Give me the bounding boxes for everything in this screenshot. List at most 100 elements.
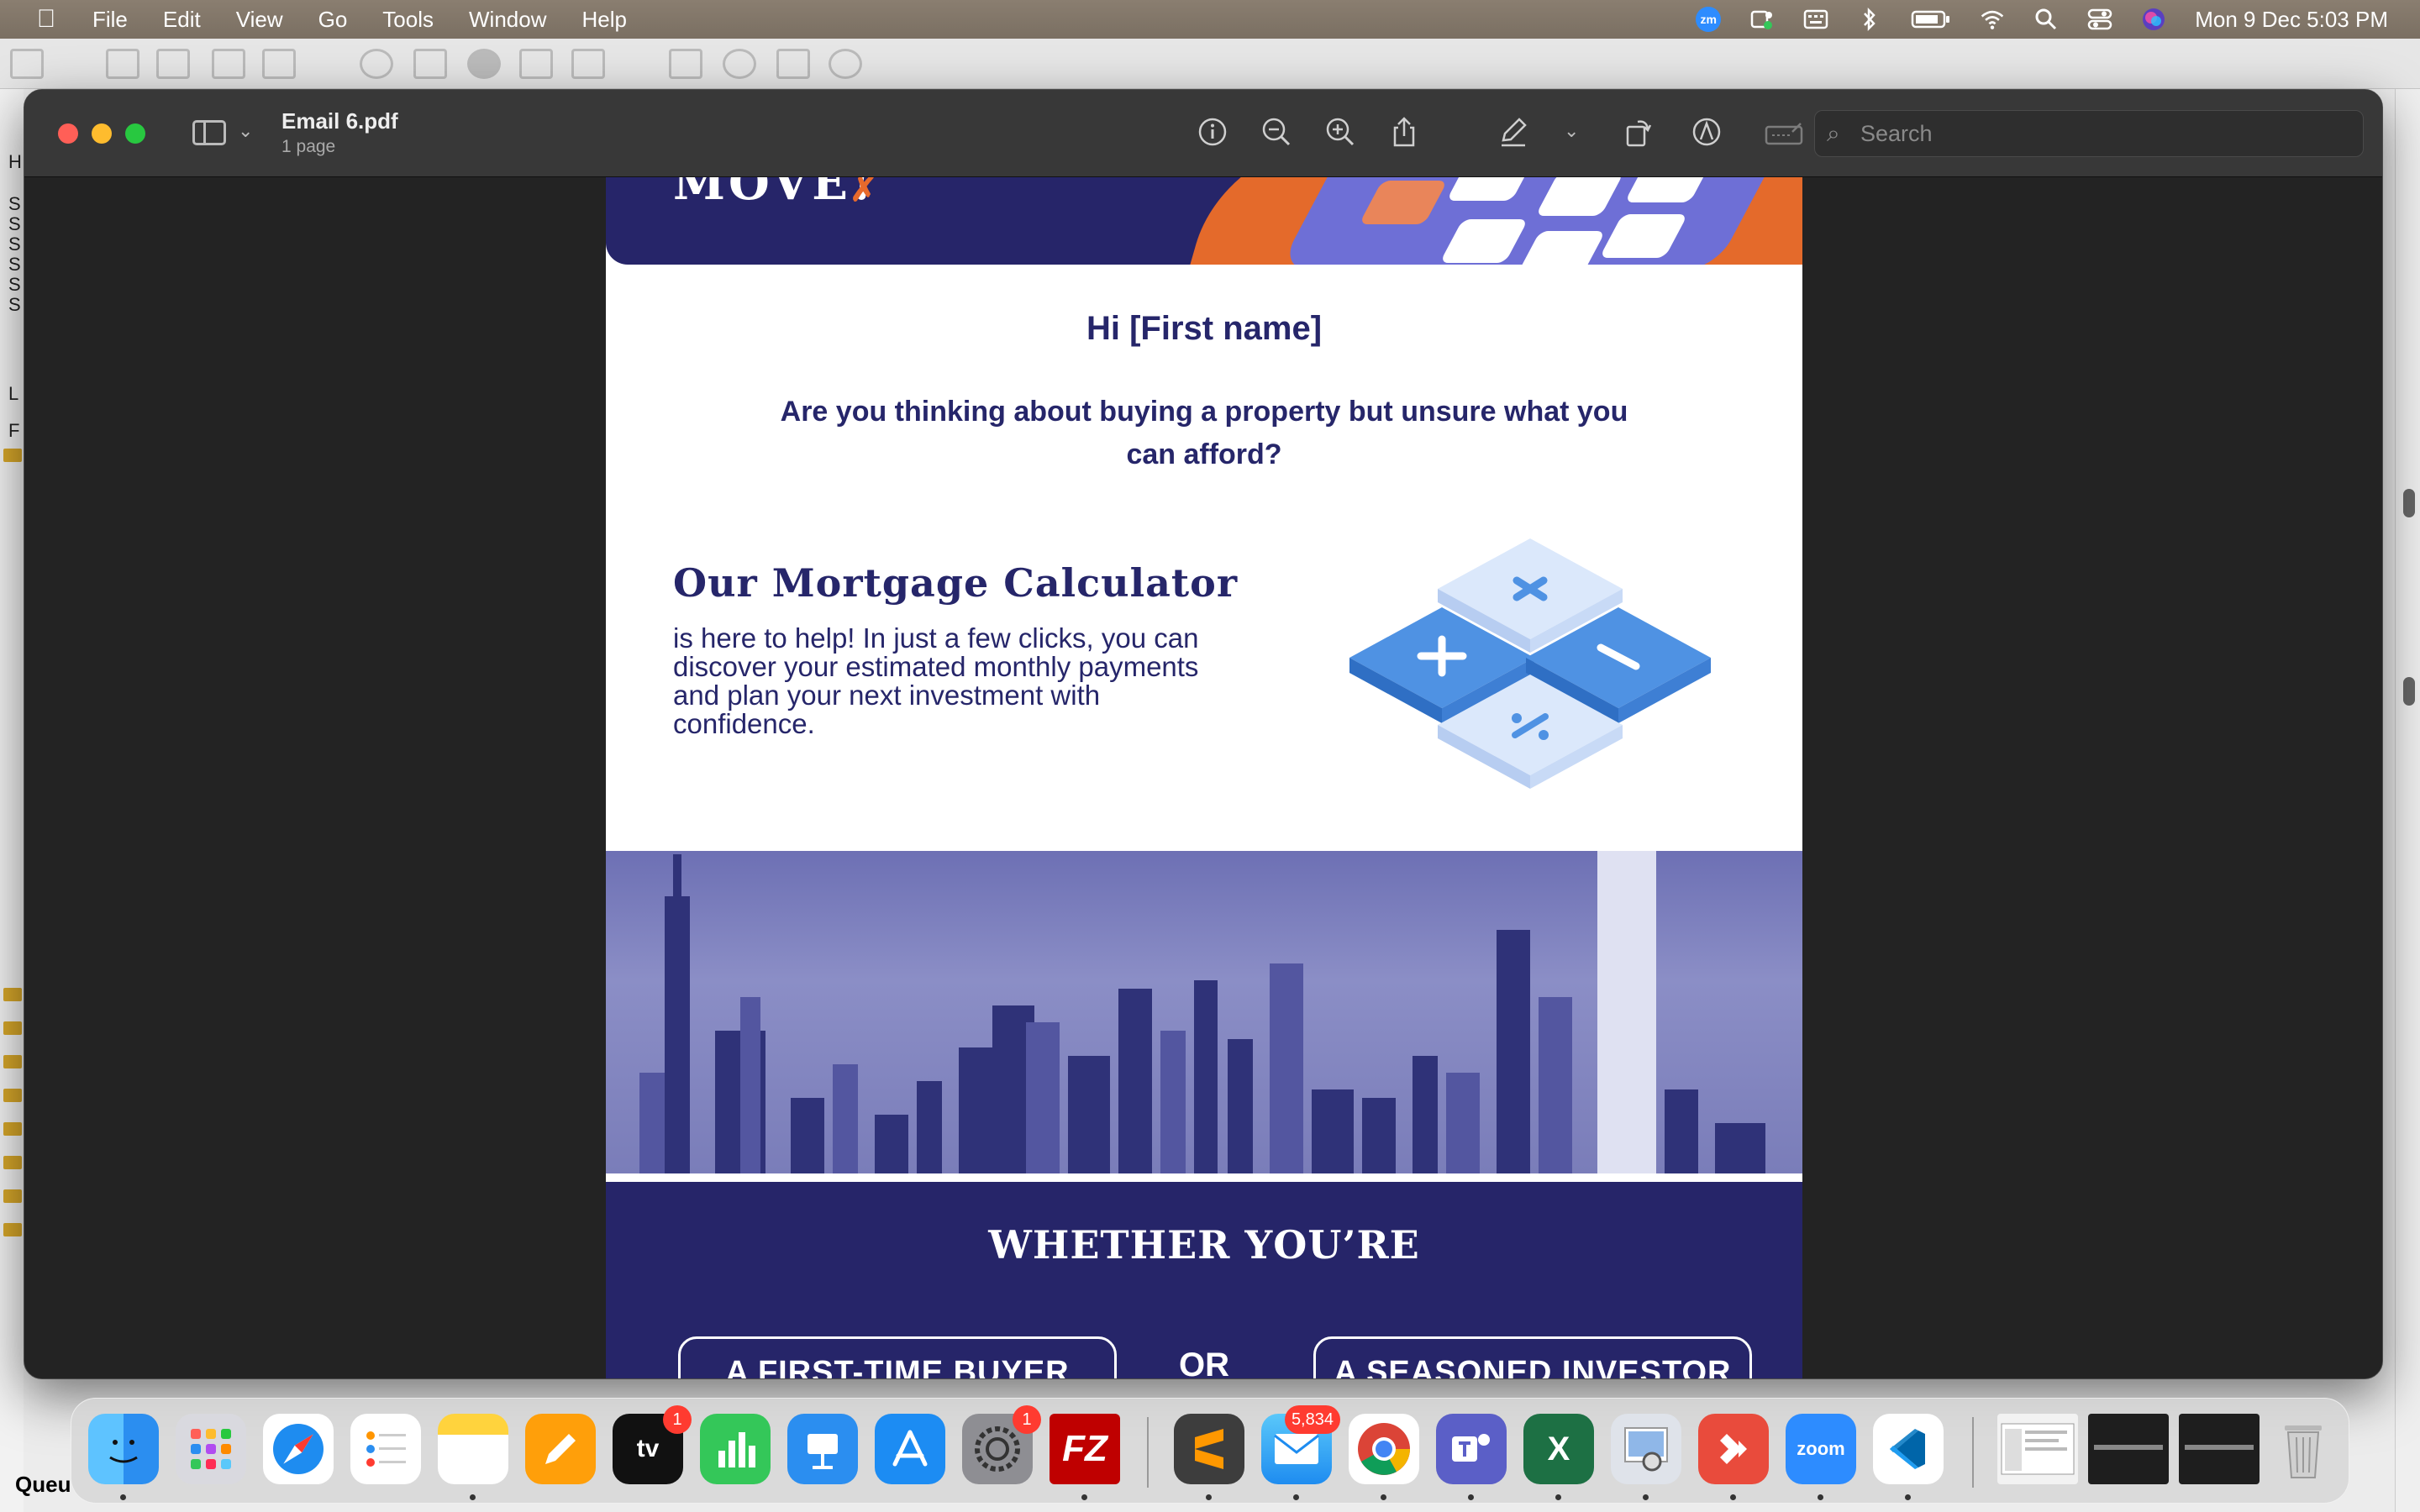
excel-icon[interactable]: X — [1523, 1414, 1594, 1484]
bg-letter: S — [8, 274, 21, 295]
bg-refresh-icon[interactable] — [360, 49, 393, 79]
folder-icon[interactable] — [3, 1021, 22, 1035]
minimized-window-thumbnail[interactable] — [2179, 1414, 2260, 1484]
keyboard-icon[interactable] — [1803, 7, 1828, 32]
seasoned-investor-button[interactable]: A SEASONED INVESTOR — [1313, 1336, 1752, 1378]
skyline-building — [1270, 963, 1303, 1173]
bg-scrollbar-thumb[interactable] — [2403, 677, 2415, 706]
menu-go[interactable]: Go — [318, 7, 348, 33]
safari-icon[interactable] — [263, 1414, 334, 1484]
bg-letter: S — [8, 234, 21, 255]
apple-tv-label: tv — [636, 1435, 660, 1462]
chevron-down-icon[interactable]: ⌄ — [1564, 120, 1579, 142]
zoom-in-icon[interactable] — [1322, 115, 1359, 152]
bg-tool-icon[interactable] — [156, 49, 190, 79]
markup-icon[interactable] — [1688, 115, 1725, 152]
folder-icon[interactable] — [3, 988, 22, 1001]
filezilla-icon[interactable]: FZ — [1050, 1414, 1120, 1484]
bluetooth-icon[interactable] — [1857, 7, 1882, 32]
trash-icon[interactable] — [2268, 1414, 2338, 1484]
menu-view[interactable]: View — [236, 7, 283, 33]
first-time-buyer-button[interactable]: A FIRST-TIME BUYER — [678, 1336, 1117, 1378]
bg-tool-icon[interactable] — [262, 49, 296, 79]
bg-letter: S — [8, 294, 21, 315]
bg-search-icon[interactable] — [723, 49, 756, 79]
finder-icon[interactable] — [88, 1414, 159, 1484]
dock-separator — [1972, 1417, 1974, 1488]
bg-scrollbar-thumb[interactable] — [2403, 489, 2415, 517]
anydesk-icon[interactable] — [1698, 1414, 1769, 1484]
preview-app-icon[interactable] — [1611, 1414, 1681, 1484]
menu-window[interactable]: Window — [469, 7, 546, 33]
spotlight-search-icon[interactable] — [2033, 7, 2059, 32]
bg-tool-icon[interactable] — [669, 49, 702, 79]
bg-tool-icon[interactable] — [413, 49, 447, 79]
skyline-building — [791, 1098, 824, 1173]
chrome-icon[interactable] — [1349, 1414, 1419, 1484]
app-store-icon[interactable] — [875, 1414, 945, 1484]
minimized-window-thumbnail[interactable] — [2088, 1414, 2169, 1484]
bg-tool-icon[interactable] — [106, 49, 139, 79]
bg-tool-icon[interactable] — [519, 49, 553, 79]
highlight-pen-icon[interactable] — [1495, 115, 1532, 152]
bg-binoculars-icon[interactable] — [829, 49, 862, 79]
keynote-icon[interactable] — [787, 1414, 858, 1484]
minimize-window-button[interactable] — [92, 123, 112, 144]
numbers-icon[interactable] — [700, 1414, 771, 1484]
reminders-icon[interactable] — [350, 1414, 421, 1484]
bg-tool-icon[interactable] — [571, 49, 605, 79]
chevron-down-icon[interactable]: ⌄ — [238, 120, 253, 142]
calculator-title[interactable]: Our Mortgage Calculator — [673, 560, 1238, 606]
sublime-text-icon[interactable] — [1174, 1414, 1244, 1484]
minimized-window-thumbnail[interactable] — [1997, 1414, 2078, 1484]
bg-tool-icon[interactable] — [776, 49, 810, 79]
menu-edit[interactable]: Edit — [163, 7, 201, 33]
menu-file[interactable]: File — [92, 7, 128, 33]
info-icon[interactable] — [1194, 115, 1231, 152]
control-center-icon[interactable] — [2087, 7, 2112, 32]
apple-tv-icon[interactable]: tv 1 — [613, 1405, 692, 1484]
folder-icon[interactable] — [3, 1156, 22, 1169]
pages-icon[interactable] — [525, 1414, 596, 1484]
vscode-icon[interactable] — [1873, 1414, 1944, 1484]
bg-tool-icon[interactable] — [212, 49, 245, 79]
folder-icon[interactable] — [3, 1089, 22, 1102]
notes-icon[interactable] — [438, 1414, 508, 1484]
dock-separator — [1147, 1417, 1149, 1488]
skyline-building — [1118, 989, 1152, 1173]
battery-icon[interactable] — [1911, 7, 1951, 32]
teams-icon[interactable] — [1436, 1414, 1507, 1484]
zoom-window-button[interactable] — [125, 123, 145, 144]
sidebar-toggle-icon[interactable] — [192, 120, 226, 145]
calculator-illustration — [1349, 538, 1711, 789]
zoom-status-icon[interactable]: zm — [1696, 7, 1722, 32]
mail-icon[interactable]: 5,834 — [1261, 1405, 1340, 1484]
folder-icon[interactable] — [3, 1189, 22, 1203]
share-icon[interactable] — [1386, 115, 1423, 152]
skyline-building — [875, 1115, 908, 1173]
document-viewport[interactable]: MOVE! ✗ Hi [First name] Are you thinking… — [24, 177, 2382, 1378]
bg-stop-icon[interactable] — [467, 49, 501, 79]
menu-tools[interactable]: Tools — [382, 7, 434, 33]
menu-bar:  Preview File Edit View Go Tools Window… — [0, 0, 2420, 64]
bg-tool-icon[interactable] — [10, 49, 44, 79]
close-window-button[interactable] — [58, 123, 78, 144]
menu-clock[interactable]: Mon 9 Dec 5:03 PM — [2195, 7, 2388, 33]
form-fill-icon[interactable] — [1764, 115, 1803, 152]
menu-help[interactable]: Help — [581, 7, 626, 33]
zoom-app-icon[interactable]: zoom — [1786, 1414, 1856, 1484]
folder-icon[interactable] — [3, 1055, 22, 1068]
skyline-building — [673, 854, 681, 1173]
launchpad-icon[interactable] — [176, 1414, 246, 1484]
search-field[interactable]: ⌕ Search — [1814, 110, 2364, 157]
folder-icon[interactable] — [3, 1223, 22, 1236]
zoom-out-icon[interactable] — [1258, 115, 1295, 152]
folder-icon[interactable] — [3, 449, 22, 462]
system-settings-icon[interactable]: 1 — [962, 1405, 1041, 1484]
siri-icon[interactable] — [2141, 7, 2166, 32]
rotate-icon[interactable] — [1619, 115, 1656, 152]
wifi-icon[interactable] — [1980, 7, 2005, 32]
document-page-count: 1 page — [281, 137, 336, 156]
folder-icon[interactable] — [3, 1122, 22, 1136]
teams-status-icon[interactable] — [1749, 7, 1775, 32]
